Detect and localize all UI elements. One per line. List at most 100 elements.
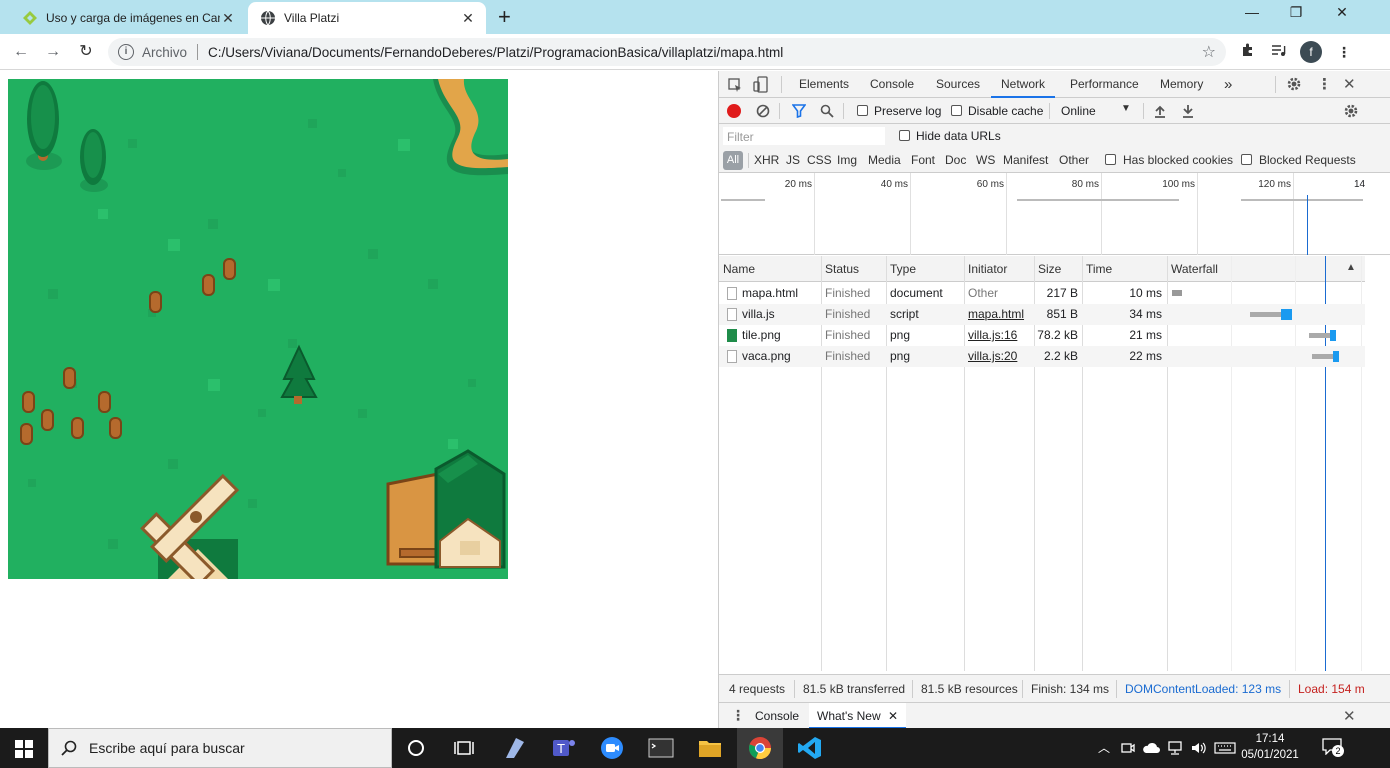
request-initiator-link[interactable]: mapa.html [968,304,1024,325]
taskbar-clock[interactable]: 17:14 05/01/2021 [1240,731,1300,763]
device-toolbar-icon[interactable] [753,76,769,94]
villa-platzi-canvas[interactable] [8,79,508,579]
settings-gear-icon[interactable] [1286,76,1302,92]
hide-data-urls-checkbox[interactable] [899,130,910,141]
maximize-button[interactable]: ❐ [1276,4,1316,21]
column-type[interactable]: Type [886,256,964,282]
column-time[interactable]: Time [1082,256,1167,282]
request-time: 21 ms [1129,328,1162,342]
column-size[interactable]: Size [1034,256,1082,282]
tab-console[interactable]: Console [870,71,914,98]
disable-cache-checkbox[interactable] [951,105,962,116]
more-tabs-icon[interactable]: » [1224,71,1232,98]
type-filter-xhr[interactable]: XHR [754,153,779,167]
drawer-menu-kebab-icon[interactable]: ⋮ [731,707,745,724]
tab-sources[interactable]: Sources [936,71,980,98]
tray-chevron-up-icon[interactable]: ︿ [1098,739,1110,756]
keyboard-icon[interactable] [1214,740,1236,756]
info-icon[interactable]: i [118,44,134,60]
tab-network[interactable]: Network [991,71,1056,98]
column-status[interactable]: Status [821,256,886,282]
menu-kebab-icon[interactable]: ⋮ [1334,42,1354,62]
has-blocked-cookies-checkbox[interactable] [1105,154,1116,165]
extensions-puzzle-icon[interactable] [1238,42,1258,62]
filter-funnel-icon[interactable] [792,104,806,118]
profile-avatar[interactable]: f [1300,41,1322,63]
tab-canvas-images[interactable]: Uso y carga de imágenes en Can ✕ [10,2,246,34]
filter-input[interactable]: Filter [723,127,885,145]
pen-app-icon[interactable] [502,736,528,760]
windows-start-icon[interactable] [15,740,33,758]
column-initiator[interactable]: Initiator [964,256,1034,282]
media-queue-icon[interactable] [1268,42,1288,62]
sort-up-icon[interactable]: ▲ [1346,262,1356,273]
overview-tick-label: 40 ms [880,179,908,190]
column-waterfall[interactable]: Waterfall [1167,256,1365,282]
type-filter-manifest[interactable]: Manifest [1003,153,1048,167]
type-filter-doc[interactable]: Doc [945,153,966,167]
tab-villa-platzi[interactable]: Villa Platzi ✕ [248,2,486,34]
tab-memory[interactable]: Memory [1160,71,1203,98]
address-bar[interactable]: i Archivo C:/Users/Viviana/Documents/Fer… [108,38,1226,66]
network-settings-gear-icon[interactable] [1343,103,1359,119]
network-overview-timeline[interactable]: 20 ms 40 ms 60 ms 80 ms 100 ms 120 ms 14 [719,173,1390,255]
close-drawer-icon[interactable]: ✕ [1343,707,1356,725]
search-icon[interactable] [820,104,834,118]
file-explorer-icon[interactable] [697,736,723,760]
column-name[interactable]: Name [719,256,821,282]
tab-elements[interactable]: Elements [799,71,849,98]
meet-now-icon[interactable] [1120,740,1136,756]
table-row[interactable]: villa.js Finished script mapa.html 851 B… [719,304,1365,325]
clear-icon[interactable] [756,104,770,118]
tab-performance[interactable]: Performance [1070,71,1139,98]
teams-icon[interactable]: T [551,736,577,760]
inspect-element-icon[interactable] [727,77,743,93]
customize-kebab-icon[interactable]: ⋮ [1317,75,1332,93]
close-devtools-icon[interactable]: ✕ [1343,75,1356,93]
throttling-select[interactable]: Online [1061,104,1096,118]
type-filter-css[interactable]: CSS [807,153,832,167]
chrome-taskbar-button[interactable] [737,728,783,768]
onedrive-cloud-icon[interactable] [1142,740,1160,756]
table-row[interactable]: tile.png Finished png villa.js:16 78.2 k… [719,325,1365,346]
type-filter-js[interactable]: JS [786,153,800,167]
taskbar-search-box[interactable]: Escribe aquí para buscar [48,728,392,768]
table-row[interactable]: mapa.html Finished document Other 217 B … [719,283,1365,304]
url-text[interactable]: C:/Users/Viviana/Documents/FernandoDeber… [208,45,1202,60]
type-filter-img[interactable]: Img [837,153,857,167]
volume-icon[interactable] [1190,740,1208,756]
type-filter-font[interactable]: Font [911,153,935,167]
preserve-log-checkbox[interactable] [857,105,868,116]
cortana-icon[interactable] [408,740,424,756]
reload-icon[interactable]: ↻ [75,41,97,63]
network-icon[interactable] [1166,740,1184,756]
drawer-tab-console[interactable]: Console [755,709,799,723]
close-tab-icon[interactable]: ✕ [888,709,898,723]
record-icon[interactable] [727,104,741,118]
task-view-icon[interactable] [454,739,474,757]
back-arrow-icon[interactable]: ← [10,41,32,63]
blocked-requests-checkbox[interactable] [1241,154,1252,165]
close-window-button[interactable]: ✕ [1322,4,1362,21]
table-row[interactable]: vaca.png Finished png villa.js:20 2.2 kB… [719,346,1365,367]
type-filter-media[interactable]: Media [868,153,901,167]
type-filter-all[interactable]: All [723,151,743,170]
type-filter-other[interactable]: Other [1059,153,1089,167]
tab-close-icon[interactable]: ✕ [460,10,476,27]
notification-center-button[interactable]: 2 [1322,737,1344,759]
forward-arrow-icon[interactable]: → [42,41,64,63]
request-initiator-link[interactable]: villa.js:16 [968,325,1017,346]
request-initiator-link[interactable]: villa.js:20 [968,346,1017,367]
vscode-icon[interactable] [797,736,823,760]
zoom-icon[interactable] [599,736,625,760]
terminal-icon[interactable] [648,736,674,760]
export-har-icon[interactable] [1181,104,1195,118]
type-filter-ws[interactable]: WS [976,153,995,167]
drawer-tab-whats-new[interactable]: What's New ✕ [809,703,907,729]
bookmark-star-icon[interactable]: ☆ [1202,42,1216,62]
new-tab-button[interactable]: + [498,6,511,28]
import-har-icon[interactable] [1153,104,1167,118]
chevron-down-icon[interactable]: ▼ [1121,103,1131,114]
tab-close-icon[interactable]: ✕ [220,10,236,27]
minimize-button[interactable]: — [1232,4,1272,20]
